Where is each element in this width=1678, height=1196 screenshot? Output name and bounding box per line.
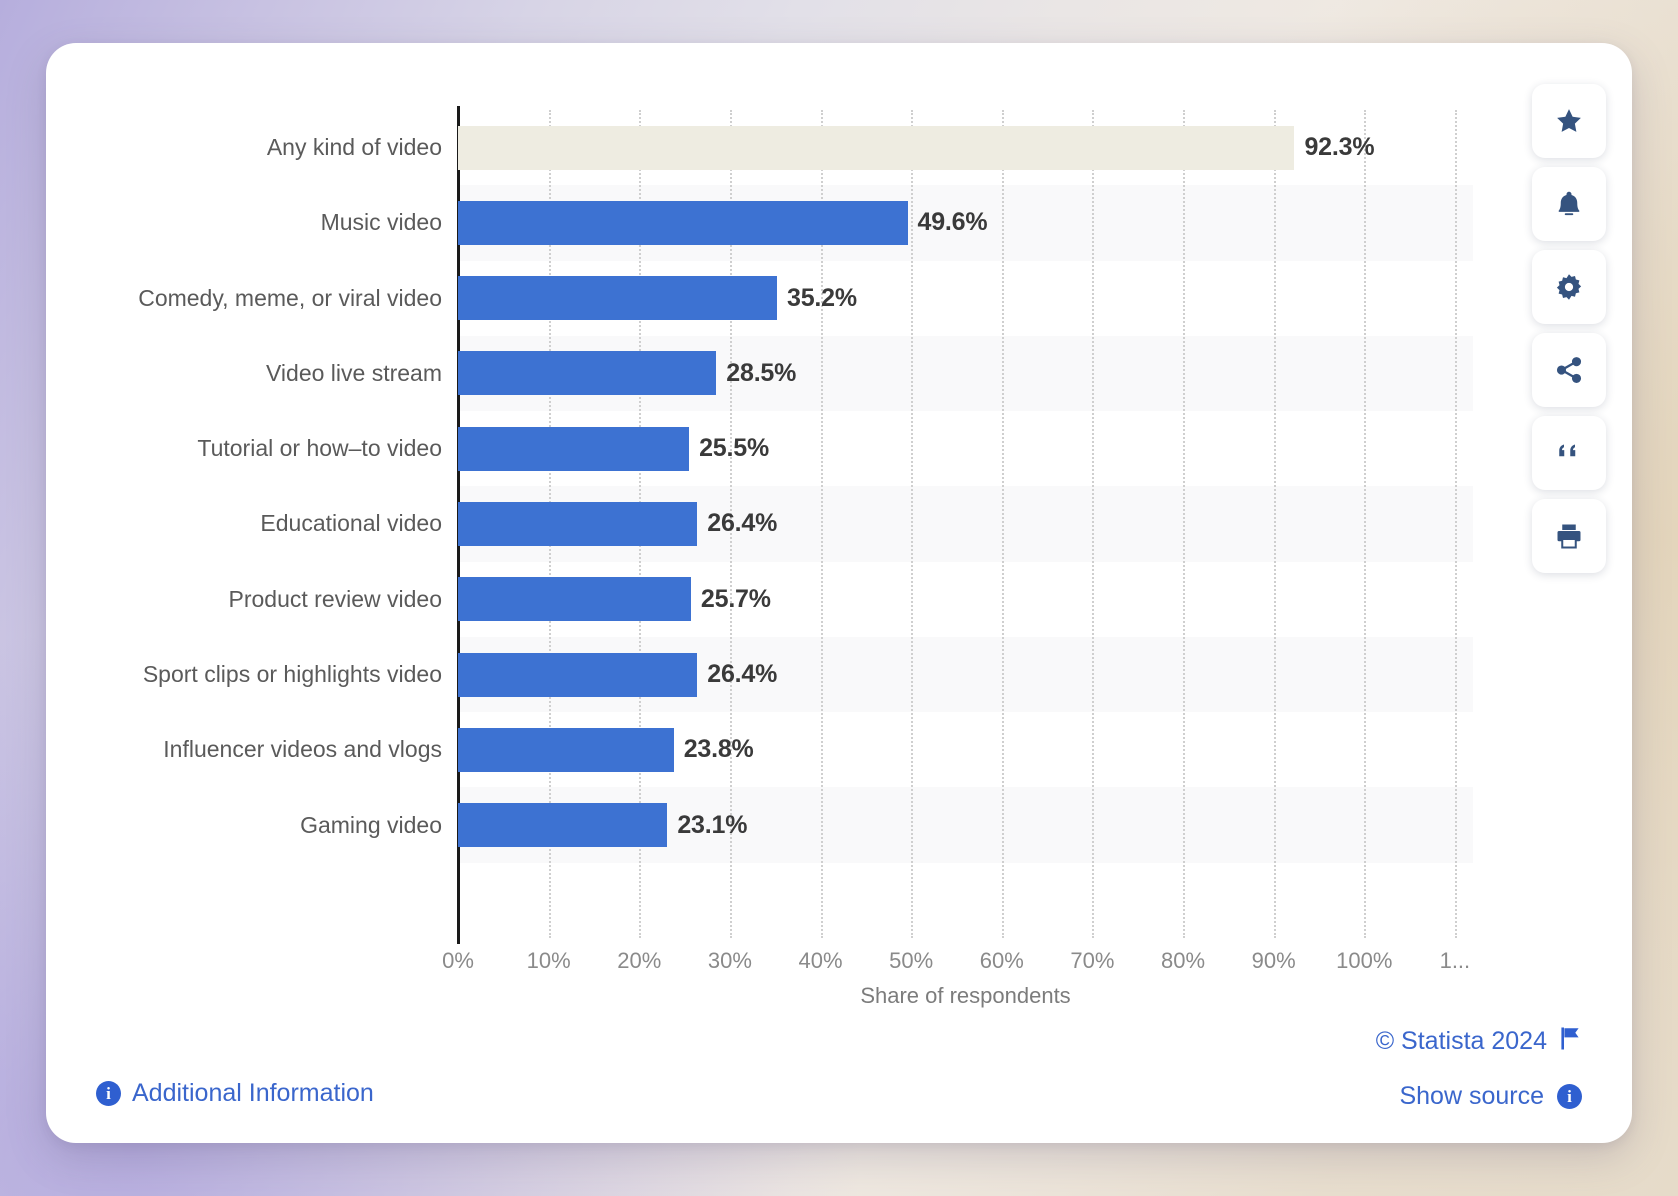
- copyright-label: © Statista 2024: [1375, 1026, 1547, 1055]
- category-label: Comedy, meme, or viral video: [138, 284, 442, 311]
- bar[interactable]: [458, 652, 698, 697]
- x-tick-label: 30%: [707, 948, 752, 973]
- bar-value-label: 25.5%: [699, 434, 769, 463]
- share-button[interactable]: [1532, 333, 1606, 407]
- bar[interactable]: [458, 727, 674, 772]
- print-button[interactable]: [1532, 499, 1606, 573]
- bar-value-label: 23.8%: [683, 735, 754, 764]
- bar-value-label: 25.7%: [700, 584, 771, 613]
- info-icon: i: [1557, 1084, 1582, 1109]
- category-label: Any kind of video: [266, 134, 442, 161]
- show-source-label: Show source: [1399, 1082, 1544, 1110]
- x-tick-label: 1...: [1439, 948, 1471, 973]
- bar-row[interactable]: 28.5%: [458, 336, 1473, 411]
- category-axis-labels: Any kind of video Music video Comedy, meme…: [46, 110, 442, 938]
- additional-information-label: Additional Information: [132, 1079, 374, 1107]
- bar-value-label: 49.6%: [917, 208, 988, 237]
- share-icon: [1554, 355, 1584, 385]
- bar-row[interactable]: 35.2%: [458, 261, 1473, 336]
- bar[interactable]: [458, 803, 668, 848]
- bar-value-label: 26.4%: [707, 660, 778, 689]
- bar-row[interactable]: 23.1%: [458, 787, 1473, 862]
- bar-row[interactable]: 23.8%: [458, 712, 1473, 787]
- category-label: Gaming video: [300, 811, 442, 838]
- star-icon: [1554, 106, 1584, 136]
- bar-value-label: 35.2%: [787, 283, 857, 312]
- bar-rows: 92.3% 49.6% 35.2% 28.5% 25.5% 26.4% 25.7% 26.4%…: [458, 110, 1473, 938]
- x-tick-label: 80%: [1160, 948, 1206, 973]
- x-tick-label: 70%: [1070, 948, 1115, 973]
- category-label: Sport clips or highlights video: [142, 661, 442, 688]
- bar-row[interactable]: 92.3%: [458, 110, 1473, 185]
- x-axis-tick-labels: 0% 10% 20% 30% 40% 50% 60% 70% 80% 90% 100% 1...: [442, 948, 1473, 982]
- chart: 92.3% 49.6% 35.2% 28.5% 25.5% 26.4% 25.7% 26.4%…: [46, 43, 1632, 1043]
- settings-button[interactable]: [1532, 250, 1606, 324]
- bar[interactable]: [458, 577, 691, 622]
- quote-icon: [1554, 438, 1584, 468]
- bell-icon: [1554, 189, 1584, 219]
- bar-value-label: 23.1%: [677, 810, 748, 839]
- flag-icon: [1560, 1026, 1582, 1056]
- bar[interactable]: [458, 501, 698, 546]
- x-tick-label: 20%: [617, 948, 662, 973]
- info-icon: i: [96, 1081, 121, 1106]
- bar-row[interactable]: 26.4%: [458, 486, 1473, 561]
- category-label: Tutorial or how–to video: [197, 435, 442, 462]
- plot-area: 92.3% 49.6% 35.2% 28.5% 25.5% 26.4% 25.7% 26.4%…: [457, 106, 1473, 944]
- print-icon: [1554, 521, 1584, 551]
- x-tick-label: 100%: [1336, 948, 1393, 973]
- x-tick-label: 90%: [1251, 948, 1296, 973]
- copyright-link[interactable]: © Statista 2024: [1376, 1026, 1582, 1056]
- x-tick-label: 0%: [442, 948, 474, 973]
- x-tick-label: 10%: [526, 948, 571, 973]
- category-label: Music video: [320, 209, 442, 236]
- x-tick-label: 60%: [979, 948, 1024, 973]
- bar-row[interactable]: 25.7%: [458, 562, 1473, 637]
- category-label: Influencer videos and vlogs: [163, 736, 442, 763]
- gear-icon: [1554, 272, 1584, 302]
- bar-value-label: 28.5%: [726, 358, 797, 387]
- bar-value-label: 92.3%: [1304, 133, 1375, 162]
- card-footer: i Additional Information © Statista 2024…: [46, 1013, 1632, 1143]
- bar-row[interactable]: 26.4%: [458, 637, 1473, 712]
- bar-row[interactable]: 49.6%: [458, 185, 1473, 260]
- chart-toolbar: [1532, 84, 1606, 573]
- category-label: Educational video: [260, 510, 442, 537]
- cite-button[interactable]: [1532, 416, 1606, 490]
- bar-row[interactable]: 25.5%: [458, 411, 1473, 486]
- bar[interactable]: [458, 351, 717, 396]
- x-tick-label: 50%: [889, 948, 934, 973]
- alert-button[interactable]: [1532, 167, 1606, 241]
- show-source-link[interactable]: Show source i: [1399, 1082, 1582, 1111]
- favorite-button[interactable]: [1532, 84, 1606, 158]
- x-tick-label: 40%: [798, 948, 843, 973]
- x-axis-title: Share of respondents: [860, 983, 1071, 1008]
- bar-value-label: 26.4%: [707, 509, 778, 538]
- bar[interactable]: [458, 200, 908, 245]
- category-label: Video live stream: [266, 359, 442, 386]
- statista-chart-card: 92.3% 49.6% 35.2% 28.5% 25.5% 26.4% 25.7% 26.4%…: [46, 43, 1632, 1143]
- additional-information-link[interactable]: i Additional Information: [96, 1079, 374, 1108]
- bar[interactable]: [458, 426, 690, 471]
- bar[interactable]: [458, 276, 777, 321]
- bar[interactable]: [458, 125, 1295, 170]
- category-label: Product review video: [228, 585, 443, 612]
